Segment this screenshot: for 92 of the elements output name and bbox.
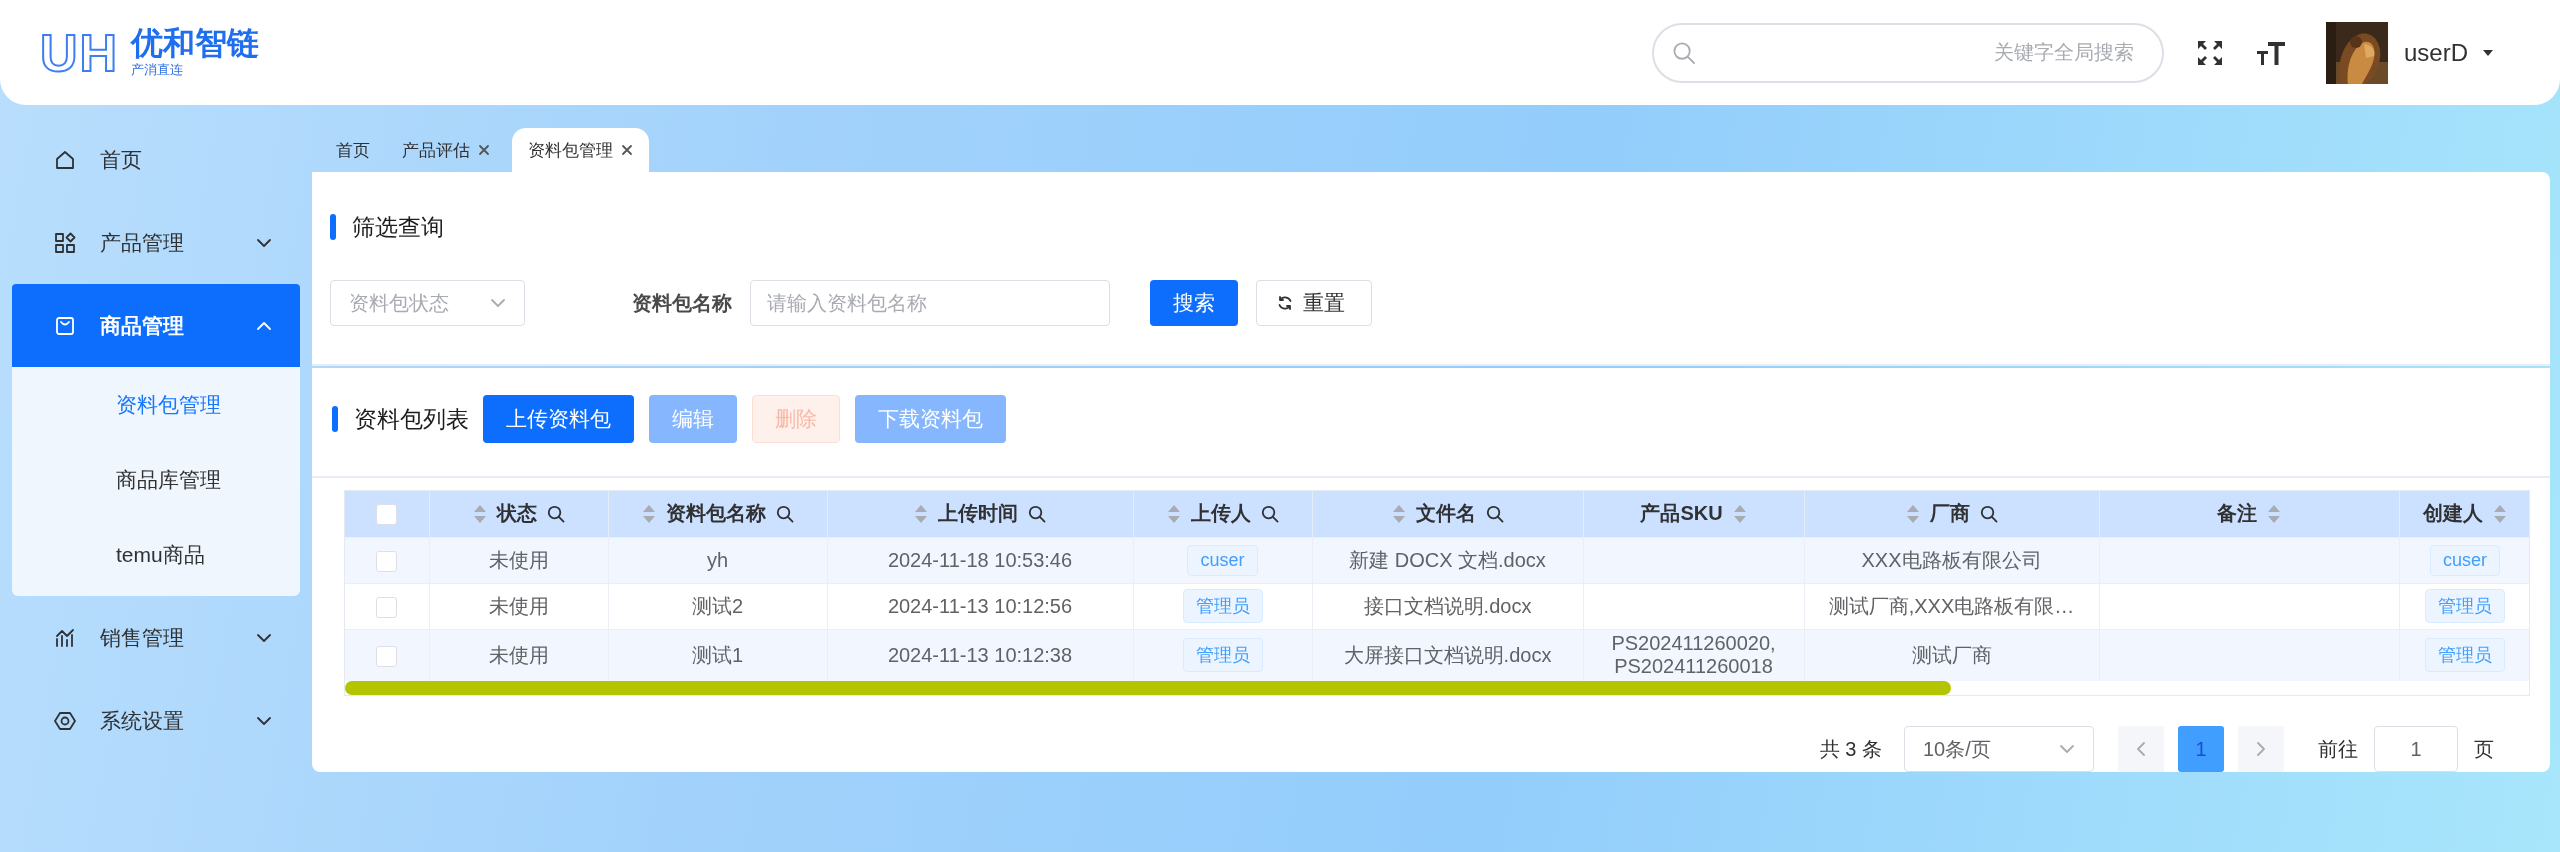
tab[interactable]: 产品评估 xyxy=(386,128,506,172)
total-count: 共 3 条 xyxy=(1819,736,1882,762)
sidebar-item[interactable]: 商品管理 xyxy=(12,284,300,367)
hexagon-icon xyxy=(54,709,76,732)
refresh-icon xyxy=(1277,295,1293,311)
goto-label: 前往 xyxy=(2318,736,2358,762)
sort-icon xyxy=(914,503,928,524)
checkbox[interactable] xyxy=(376,596,398,618)
table-cell: 2024-11-18 10:53:46 xyxy=(887,548,1073,571)
user-tag: 管理员 xyxy=(2425,638,2505,673)
panel-title: 资料包列表 xyxy=(354,404,469,434)
tab[interactable]: 首页 xyxy=(320,128,386,172)
table-cell: 接口文档说明.docx xyxy=(1363,594,1532,617)
chevron-right-icon xyxy=(2257,742,2265,756)
panel-title: 筛选查询 xyxy=(352,212,444,242)
checkbox[interactable] xyxy=(376,504,398,526)
checkbox[interactable] xyxy=(376,550,398,572)
table-cell: 测试2 xyxy=(691,594,744,617)
user-tag: cuser xyxy=(1187,544,1258,576)
chevron-left-icon xyxy=(2137,742,2145,756)
column-header[interactable]: 文件名 xyxy=(1415,500,1476,528)
user-tag: 管理员 xyxy=(1182,638,1263,673)
sidebar-item[interactable]: 首页 xyxy=(12,118,300,201)
logo-mark: UH xyxy=(40,26,120,79)
column-header[interactable]: 资料包名称 xyxy=(665,500,766,528)
submenu-item[interactable]: temu商品 xyxy=(12,517,300,592)
chart-icon xyxy=(54,626,76,649)
action-button[interactable]: 上传资料包 xyxy=(483,395,634,443)
table-cell: 新建 DOCX 文档.docx xyxy=(1349,548,1546,571)
caret-icon xyxy=(2482,48,2494,57)
close-icon[interactable] xyxy=(621,144,633,156)
sidebar-item[interactable]: 产品管理 xyxy=(12,201,300,284)
sort-icon xyxy=(1391,503,1406,524)
table-cell: 未使用 xyxy=(488,548,549,571)
column-header[interactable]: 状态 xyxy=(496,500,537,528)
submenu-item[interactable]: 商品库管理 xyxy=(12,442,300,517)
table-cell: 测试厂商,XXX电路板有限… xyxy=(1828,594,2075,617)
column-header[interactable]: 上传人 xyxy=(1190,500,1251,528)
reset-button[interactable]: 重置 xyxy=(1256,280,1372,326)
scrollbar[interactable] xyxy=(345,681,1951,695)
logo-name: 优和智链 xyxy=(131,25,260,62)
table-cell: 测试1 xyxy=(691,643,744,666)
table-cell: yh xyxy=(706,548,729,571)
search-icon xyxy=(1671,40,1696,65)
column-header[interactable]: 上传时间 xyxy=(938,500,1018,528)
tab[interactable]: 资料包管理 xyxy=(512,128,649,172)
sidebar-item[interactable]: 销售管理 xyxy=(12,596,300,679)
logo-tagline: 产消直连 xyxy=(131,61,185,80)
action-button[interactable]: 搜索 xyxy=(1150,280,1238,326)
close-icon[interactable] xyxy=(478,144,490,156)
user-tag: cuser xyxy=(2430,544,2500,576)
column-header[interactable]: 厂商 xyxy=(1929,500,1970,528)
sort-icon xyxy=(472,503,487,524)
chevron-icon xyxy=(490,298,506,308)
sort-icon xyxy=(1905,503,1920,524)
sort-icon xyxy=(1732,503,1747,524)
name-input[interactable]: 请输入资料包名称 xyxy=(750,280,1110,326)
previous-page-button[interactable] xyxy=(2118,726,2164,772)
home-icon xyxy=(54,148,76,171)
submenu-item[interactable]: 资料包管理 xyxy=(12,367,300,442)
column-header[interactable]: 备注 xyxy=(2217,500,2257,528)
table-cell: 大屏接口文档说明.docx xyxy=(1343,643,1552,666)
table-cell: 测试厂商 xyxy=(1911,643,1992,666)
sort-icon xyxy=(641,503,656,524)
accent-bar xyxy=(330,214,336,240)
user-tag: 管理员 xyxy=(1182,589,1263,623)
table-cell: PS202411260020, PS202411260018 xyxy=(1611,632,1776,678)
column-header[interactable]: 创建人 xyxy=(2423,500,2483,528)
user-menu[interactable]: userD xyxy=(2397,38,2500,67)
page-suffix: 页 xyxy=(2474,736,2494,762)
page-input[interactable]: 1 xyxy=(2374,726,2458,772)
accent-bar xyxy=(332,406,338,432)
search-field[interactable]: 关键字全局搜索 xyxy=(1651,22,2164,83)
grid-icon xyxy=(54,231,76,254)
sidebar-item[interactable]: 系统设置 xyxy=(12,679,300,762)
table-cell: 2024-11-13 10:12:38 xyxy=(887,643,1073,666)
bag-icon xyxy=(54,314,76,337)
table-cell: 2024-11-13 10:12:56 xyxy=(887,594,1073,617)
page-size-select[interactable]: 10条/页 xyxy=(1904,726,2094,772)
field-label: 资料包名称 xyxy=(632,290,732,316)
column-header[interactable]: 产品SKU xyxy=(1640,500,1723,528)
sort-icon xyxy=(2493,503,2507,524)
fullscreen-icon[interactable] xyxy=(2195,38,2224,67)
table-cell: 未使用 xyxy=(488,594,549,617)
chevron-icon xyxy=(2059,744,2075,754)
checkbox[interactable] xyxy=(376,645,398,667)
user-tag: 管理员 xyxy=(2425,589,2505,623)
table-cell: 未使用 xyxy=(488,643,549,666)
sort-icon xyxy=(2267,503,2281,524)
table-cell: XXX电路板有限公司 xyxy=(1861,548,2042,571)
next-page-button[interactable] xyxy=(2238,726,2284,772)
sort-icon xyxy=(1166,503,1181,524)
